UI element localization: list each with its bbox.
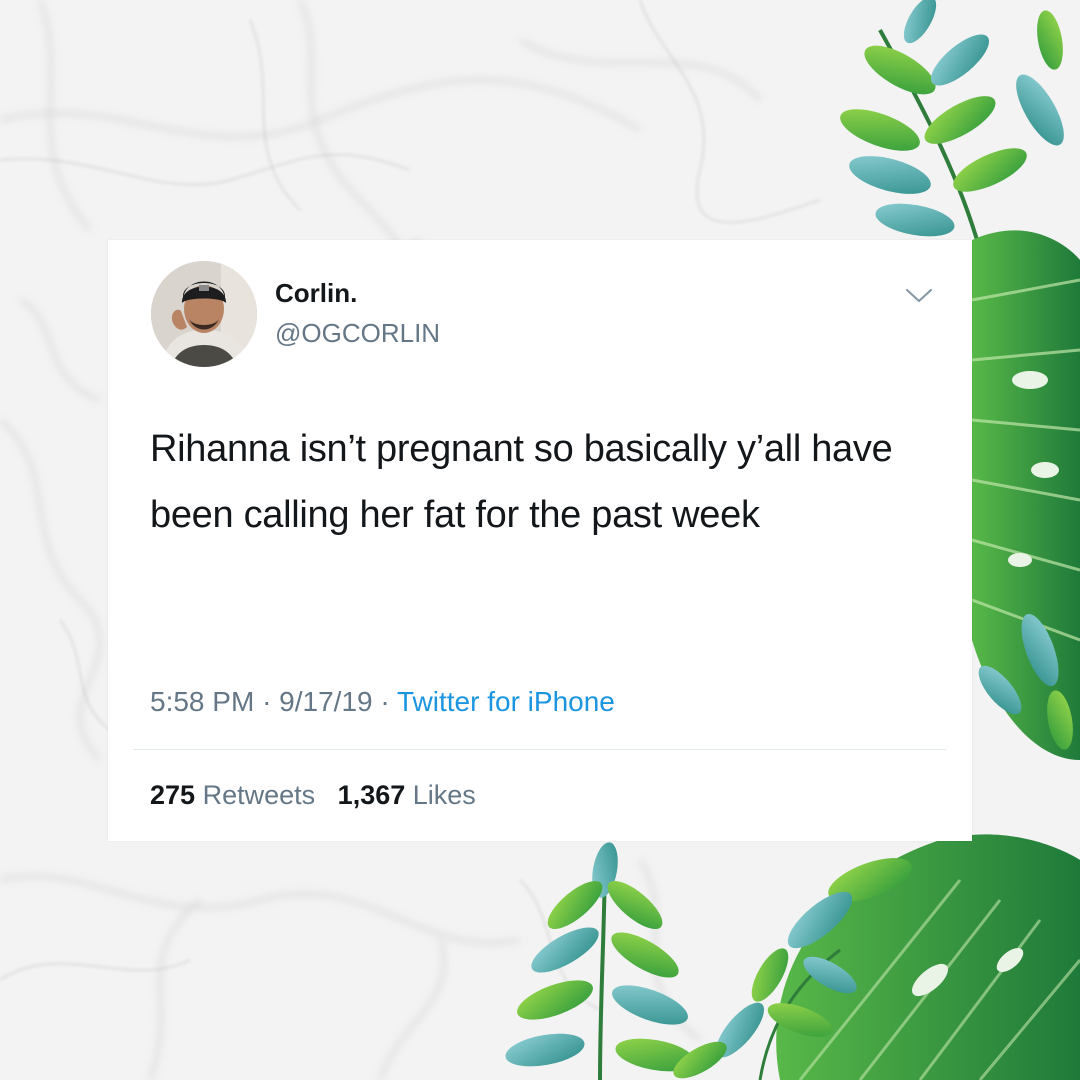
- avatar[interactable]: [151, 261, 257, 367]
- tweet-text: Rihanna isn’t pregnant so basically y’al…: [150, 428, 893, 536]
- tweet-source-link[interactable]: Twitter for iPhone: [397, 686, 615, 717]
- user-handle[interactable]: @OGCORLIN: [275, 318, 440, 349]
- likes-label: Likes: [412, 780, 476, 810]
- display-name[interactable]: Corlin.: [275, 278, 357, 309]
- tweet-date[interactable]: 9/17/19: [279, 686, 372, 717]
- monstera-right: [971, 230, 1080, 761]
- profile-photo-icon: [151, 261, 257, 367]
- retweets-label: Retweets: [202, 780, 316, 810]
- tweet-card: Corlin. @OGCORLIN Rihanna isn’t pregnant…: [108, 240, 972, 841]
- retweets-count: 275: [150, 780, 196, 810]
- divider: [133, 749, 946, 750]
- tweet-stats: 275 Retweets 1,367 Likes: [150, 780, 476, 811]
- tweet-metadata: 5:58 PM · 9/17/19 · Twitter for iPhone: [150, 686, 615, 718]
- likes-stat[interactable]: 1,367 Likes: [338, 780, 476, 810]
- meta-separator: ·: [262, 686, 272, 717]
- retweets-stat[interactable]: 275 Retweets: [150, 780, 323, 810]
- tweet-time[interactable]: 5:58 PM: [150, 686, 254, 717]
- likes-count: 1,367: [337, 780, 406, 810]
- chevron-down-icon[interactable]: [904, 284, 934, 306]
- meta-separator: ·: [380, 686, 390, 717]
